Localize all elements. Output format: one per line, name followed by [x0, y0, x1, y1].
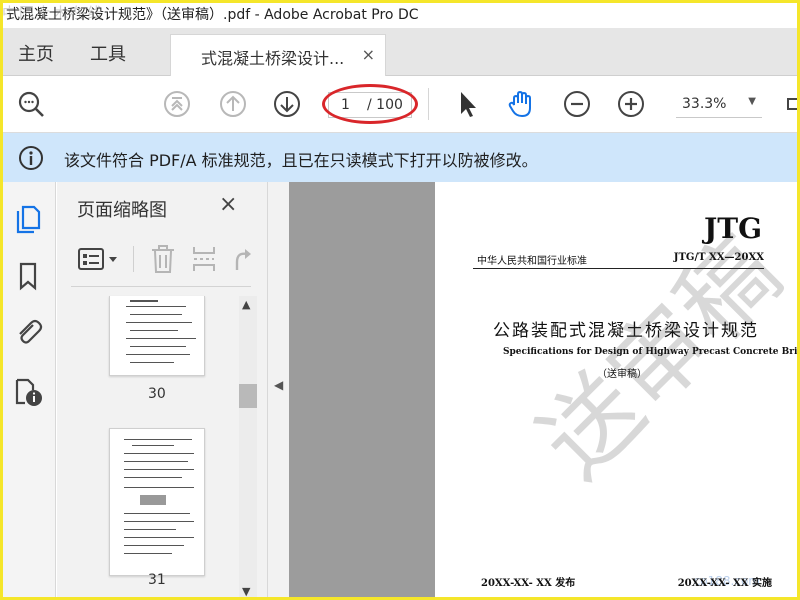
hand-tool-icon[interactable] — [506, 89, 536, 119]
document-properties-icon[interactable] — [12, 376, 44, 408]
thumb-text-line — [130, 362, 174, 363]
publish-date: 20XX-XX- XX 发布 — [481, 578, 576, 589]
thumb-text-line — [124, 461, 188, 462]
thumbnail-scrollbar[interactable]: ▲ ▼ — [239, 296, 257, 600]
home-nav[interactable]: 主页 — [18, 40, 54, 66]
toolbar: 1 / 100 33.3% ▼ — [0, 76, 800, 133]
thumb-text-line — [126, 306, 186, 307]
document-tab-label: 式混凝土桥梁设计... — [201, 49, 345, 68]
previous-page-icon[interactable] — [218, 89, 248, 119]
info-message: 该文件符合 PDF/A 标准规范，且已在只读模式下打开以防被修改。 — [64, 151, 538, 170]
thumb-text-line — [124, 545, 184, 546]
zoom-level-select[interactable]: 33.3% ▼ — [676, 92, 762, 118]
toolbar-divider — [428, 88, 429, 120]
first-page-icon[interactable] — [162, 89, 192, 119]
thumb-text-line — [130, 346, 186, 347]
panel-title: 页面缩略图 — [77, 200, 167, 221]
thumb-text-line — [132, 445, 174, 446]
info-message-bar: 该文件符合 PDF/A 标准规范，且已在只读模式下打开以防被修改。 — [0, 133, 800, 182]
thumbnail-page-number: 30 — [148, 386, 166, 402]
thumb-text-line — [124, 513, 190, 514]
document-tab[interactable]: 式混凝土桥梁设计... × — [170, 34, 386, 76]
thumb-text-line — [130, 330, 178, 331]
info-icon — [19, 146, 43, 170]
more-tools-icon[interactable] — [782, 89, 800, 119]
thumb-text-line — [124, 521, 194, 522]
navigation-rail — [0, 182, 56, 600]
thumb-text-line — [124, 477, 182, 478]
tab-bar: 主页 工具 式混凝土桥梁设计... × — [0, 28, 800, 76]
attachment-icon[interactable] — [12, 316, 44, 348]
zoom-in-icon[interactable] — [616, 89, 646, 119]
tool-separator — [133, 246, 134, 272]
pdf-page: JTG 中华人民共和国行业标准 JTG/T XX—20XX 公路装配式混凝土桥梁… — [435, 182, 800, 600]
tools-nav[interactable]: 工具 — [90, 40, 126, 66]
next-page-icon[interactable] — [272, 89, 302, 119]
implement-date: 20XX-XX- XX 实施 — [677, 578, 772, 589]
thumbnail-toolbar — [71, 240, 253, 287]
dropdown-arrow-icon: ▼ — [748, 96, 756, 107]
thumb-text-line — [124, 537, 194, 538]
thumb-text-line — [124, 487, 194, 488]
thumb-text-line — [124, 469, 194, 470]
insert-page-icon[interactable] — [191, 244, 217, 274]
rotate-page-icon[interactable] — [229, 244, 253, 274]
page-thumbnail-31[interactable] — [109, 428, 205, 576]
scroll-up-icon[interactable]: ▲ — [242, 298, 250, 311]
page-thumbnail-30[interactable] — [109, 296, 205, 376]
thumb-text-line — [124, 439, 192, 440]
page-thumbnails-panel: 页面缩略图 × 30 31 ▲ ▼ — [57, 182, 267, 600]
panel-divider — [71, 286, 251, 287]
close-panel-button[interactable]: × — [219, 192, 237, 217]
panel-collapse-handle[interactable]: ◀ — [267, 182, 289, 600]
thumbnail-options-icon[interactable] — [77, 246, 121, 272]
thumb-figure — [140, 495, 166, 505]
select-cursor-icon[interactable] — [452, 89, 482, 119]
window-title-bar: 中国土木在线 式混凝土桥梁设计规范》（送审稿）.pdf - Adobe Acro… — [0, 0, 800, 28]
thumb-text-line — [124, 553, 172, 554]
thumb-text-line — [130, 300, 158, 302]
document-viewport[interactable]: JTG 中华人民共和国行业标准 JTG/T XX—20XX 公路装配式混凝土桥梁… — [289, 182, 800, 600]
thumb-text-line — [126, 338, 196, 339]
thumb-text-line — [130, 314, 182, 315]
scroll-down-icon[interactable]: ▼ — [242, 585, 250, 598]
thumb-text-line — [126, 322, 192, 323]
zoom-out-icon[interactable] — [562, 89, 592, 119]
thumb-text-line — [124, 453, 194, 454]
page-thumbnails-icon[interactable] — [12, 202, 44, 234]
thumbnail-page-number: 31 — [148, 572, 166, 588]
thumb-text-line — [124, 529, 176, 530]
collapse-arrow-icon[interactable]: ◀ — [274, 378, 283, 392]
zoom-level-value: 33.3% — [682, 96, 727, 112]
red-highlight-ellipse — [322, 84, 418, 124]
delete-page-icon[interactable] — [149, 244, 177, 274]
scrollbar-thumb[interactable] — [239, 384, 257, 408]
site-watermark: 中国土木在线 — [2, 4, 105, 22]
standard-issuer: 中华人民共和国行业标准 — [477, 256, 587, 267]
search-icon[interactable] — [16, 89, 46, 119]
close-tab-button[interactable]: × — [362, 45, 375, 64]
bookmark-icon[interactable] — [12, 260, 44, 292]
thumb-text-line — [126, 354, 190, 355]
